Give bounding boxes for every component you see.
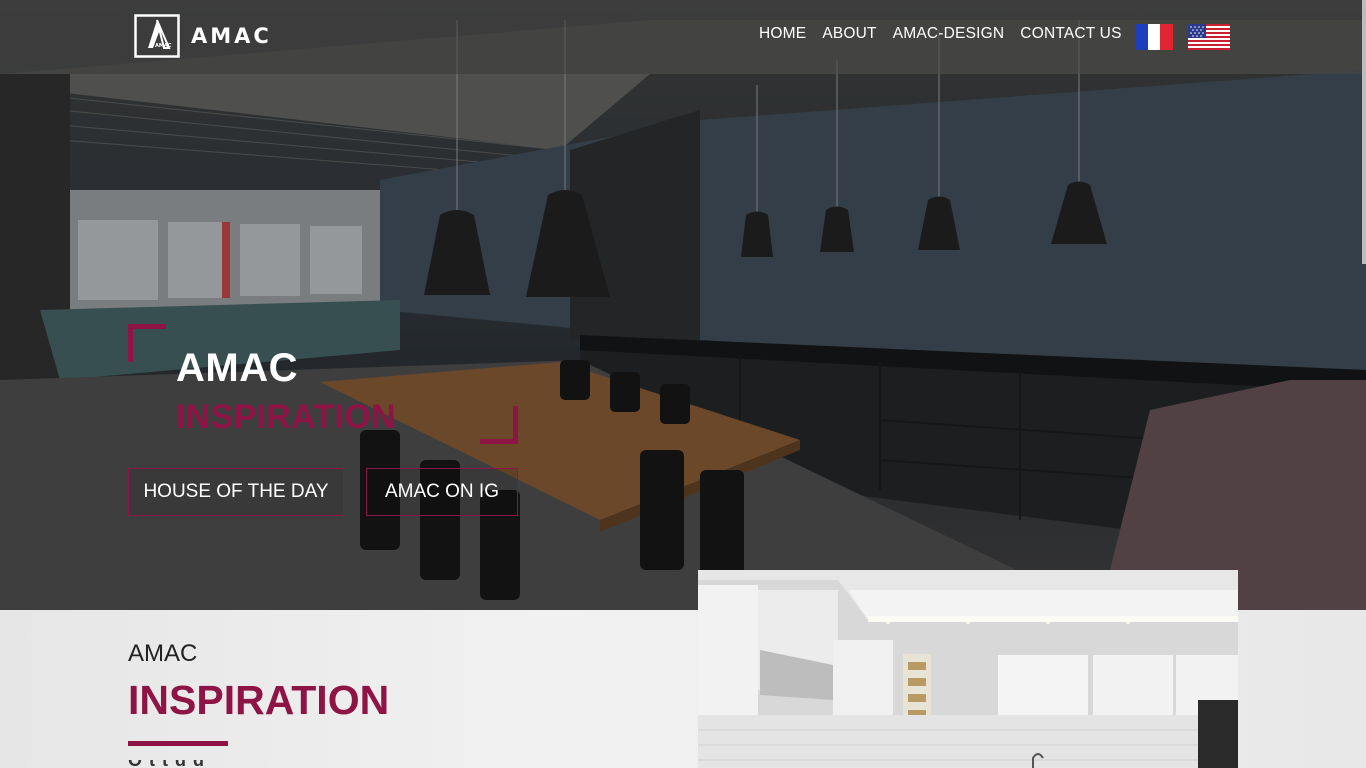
- nav-about[interactable]: ABOUT: [822, 25, 876, 43]
- main-nav: HOME ABOUT AMAC-DESIGN CONTACT US: [759, 25, 1138, 43]
- nav-amac-design[interactable]: AMAC-DESIGN: [893, 25, 1005, 43]
- kitchen-photo: [698, 570, 1238, 768]
- hero-banner: AMAC AMAC HOME ABOUT AMAC-DESIGN CONTACT…: [0, 0, 1366, 610]
- section-heading: INSPIRATION: [128, 677, 390, 723]
- amac-logo-mark-icon: AMAC: [134, 14, 180, 58]
- france-flag-icon[interactable]: [1135, 24, 1173, 50]
- scrollbar-thumb[interactable]: [1362, 0, 1366, 264]
- section-title: AMAC: [128, 640, 198, 667]
- house-of-the-day-button[interactable]: HOUSE OF THE DAY: [128, 468, 344, 516]
- kitchen-photo-image: [698, 570, 1238, 768]
- nav-contact-us[interactable]: CONTACT US: [1020, 25, 1121, 43]
- corner-bracket-top-left: [128, 324, 166, 362]
- hero-subtitle: INSPIRATION: [176, 398, 396, 436]
- hero-title-frame: AMAC INSPIRATION: [128, 324, 518, 444]
- amac-on-ig-button[interactable]: AMAC ON IG: [366, 468, 518, 516]
- hero-title: AMAC: [176, 346, 298, 390]
- logo-mark-text: AMAC: [155, 43, 172, 49]
- brand-name: AMAC: [191, 24, 272, 48]
- usa-flag-icon[interactable]: [1188, 24, 1230, 50]
- hero-background-image: [0, 0, 1366, 610]
- corner-bracket-bottom-right: [480, 406, 518, 444]
- nav-home[interactable]: HOME: [759, 25, 806, 43]
- section-underline: [128, 741, 228, 746]
- amac-logo[interactable]: AMAC AMAC: [134, 14, 272, 58]
- section-text-cut: O t t d d: [128, 760, 248, 768]
